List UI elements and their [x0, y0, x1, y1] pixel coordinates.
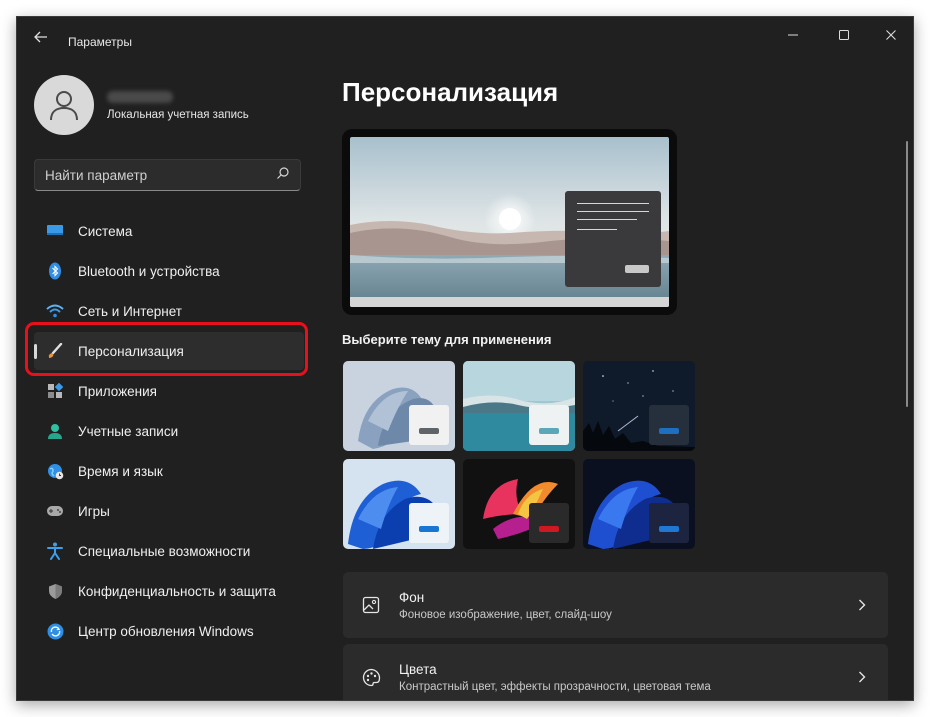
apps-icon — [46, 382, 64, 400]
themes-label: Выберите тему для применения — [342, 332, 552, 347]
preview-taskbar — [350, 297, 669, 307]
theme-preview-card — [529, 503, 569, 543]
avatar[interactable] — [34, 75, 94, 135]
settings-window: Параметры Локальная учетная запись Найти… — [16, 16, 914, 701]
sidebar-item-label: Система — [78, 223, 133, 239]
highlight-outline — [25, 322, 308, 376]
account-type: Локальная учетная запись — [107, 109, 249, 121]
sidebar-item-label: Учетные записи — [78, 423, 179, 439]
theme-preview-card — [529, 405, 569, 445]
theme-tile-light-bloom[interactable] — [343, 361, 455, 451]
theme-accent-swatch — [539, 526, 559, 532]
maximize-icon[interactable] — [826, 23, 862, 47]
preview-line — [577, 229, 617, 230]
monitor-icon — [46, 222, 64, 240]
bluetooth-icon — [46, 262, 64, 280]
setting-title: Цвета — [399, 661, 437, 677]
sidebar-item-accessibility[interactable]: Специальные возможности — [34, 532, 304, 570]
theme-tile-captured-motion[interactable] — [463, 459, 575, 549]
sidebar-item-label: Время и язык — [78, 463, 163, 479]
shield-icon — [46, 582, 64, 600]
theme-preview-card — [409, 503, 449, 543]
preview-line — [577, 219, 637, 220]
back-arrow-icon[interactable] — [31, 29, 51, 45]
preview-line — [577, 211, 649, 212]
image-icon — [361, 595, 381, 615]
globe-clock-icon — [46, 462, 64, 480]
palette-icon — [361, 667, 381, 687]
chevron-right-icon — [852, 667, 872, 687]
sidebar-item-label: Конфиденциальность и защита — [78, 583, 276, 599]
setting-title: Фон — [399, 589, 425, 605]
setting-background[interactable]: Фон Фоновое изображение, цвет, слайд-шоу — [343, 572, 888, 638]
sidebar-item-gaming[interactable]: Игры — [34, 492, 304, 530]
setting-colors[interactable]: Цвета Контрастный цвет, эффекты прозрачн… — [343, 644, 888, 700]
person-outline-icon — [50, 91, 78, 121]
theme-preview-card — [649, 503, 689, 543]
theme-tile-blue-bloom[interactable] — [343, 459, 455, 549]
sidebar-item-bluetooth[interactable]: Bluetooth и устройства — [34, 252, 304, 290]
theme-accent-swatch — [659, 526, 679, 532]
sidebar-item-time-language[interactable]: Время и язык — [34, 452, 304, 490]
scrollbar-thumb[interactable] — [906, 141, 908, 407]
sidebar-item-system[interactable]: Система — [34, 212, 304, 250]
sidebar-item-label: Специальные возможности — [78, 543, 251, 559]
sidebar-item-label: Приложения — [78, 383, 157, 399]
sidebar-item-apps[interactable]: Приложения — [34, 372, 304, 410]
preview-window — [565, 191, 661, 287]
gamepad-icon — [46, 502, 64, 520]
page-title: Персонализация — [342, 77, 559, 107]
sidebar-item-label: Центр обновления Windows — [78, 623, 254, 639]
sidebar-item-accounts[interactable]: Учетные записи — [34, 412, 304, 450]
theme-tile-glow[interactable] — [463, 361, 575, 451]
accessibility-icon — [46, 542, 64, 560]
close-icon[interactable] — [873, 23, 909, 47]
search-icon[interactable] — [276, 166, 290, 185]
sidebar-item-label: Bluetooth и устройства — [78, 263, 220, 279]
wifi-icon — [46, 302, 64, 320]
theme-accent-swatch — [539, 428, 559, 434]
wallpaper-preview — [350, 137, 669, 307]
title-bar: Параметры — [17, 17, 913, 53]
setting-text: Цвета Контрастный цвет, эффекты прозрачн… — [399, 662, 852, 693]
theme-tile-night-sky[interactable] — [583, 361, 695, 451]
theme-tile-dark-bloom[interactable] — [583, 459, 695, 549]
theme-preview-card — [649, 405, 689, 445]
theme-preview — [342, 129, 677, 315]
update-icon — [46, 622, 64, 640]
theme-accent-swatch — [419, 526, 439, 532]
sidebar-item-windows-update[interactable]: Центр обновления Windows — [34, 612, 304, 650]
sidebar-nav: Система Bluetooth и устройства Сеть и Ин… — [34, 212, 304, 652]
setting-text: Фон Фоновое изображение, цвет, слайд-шоу — [399, 590, 852, 621]
search-box[interactable]: Найти параметр — [34, 159, 301, 191]
sidebar-item-label: Сеть и Интернет — [78, 303, 182, 319]
username-blurred — [107, 91, 173, 103]
theme-preview-card — [409, 405, 449, 445]
minimize-icon[interactable] — [775, 23, 811, 47]
chevron-right-icon — [852, 595, 872, 615]
sidebar-item-label: Игры — [78, 503, 110, 519]
search-input[interactable]: Найти параметр — [45, 168, 276, 183]
theme-accent-swatch — [419, 428, 439, 434]
app-title: Параметры — [68, 35, 132, 49]
person-icon — [46, 422, 64, 440]
setting-subtitle: Контрастный цвет, эффекты прозрачности, … — [399, 680, 711, 693]
theme-accent-swatch — [659, 428, 679, 434]
preview-line — [577, 203, 649, 204]
setting-subtitle: Фоновое изображение, цвет, слайд-шоу — [399, 608, 612, 621]
preview-button — [625, 265, 649, 273]
sidebar-item-privacy[interactable]: Конфиденциальность и защита — [34, 572, 304, 610]
